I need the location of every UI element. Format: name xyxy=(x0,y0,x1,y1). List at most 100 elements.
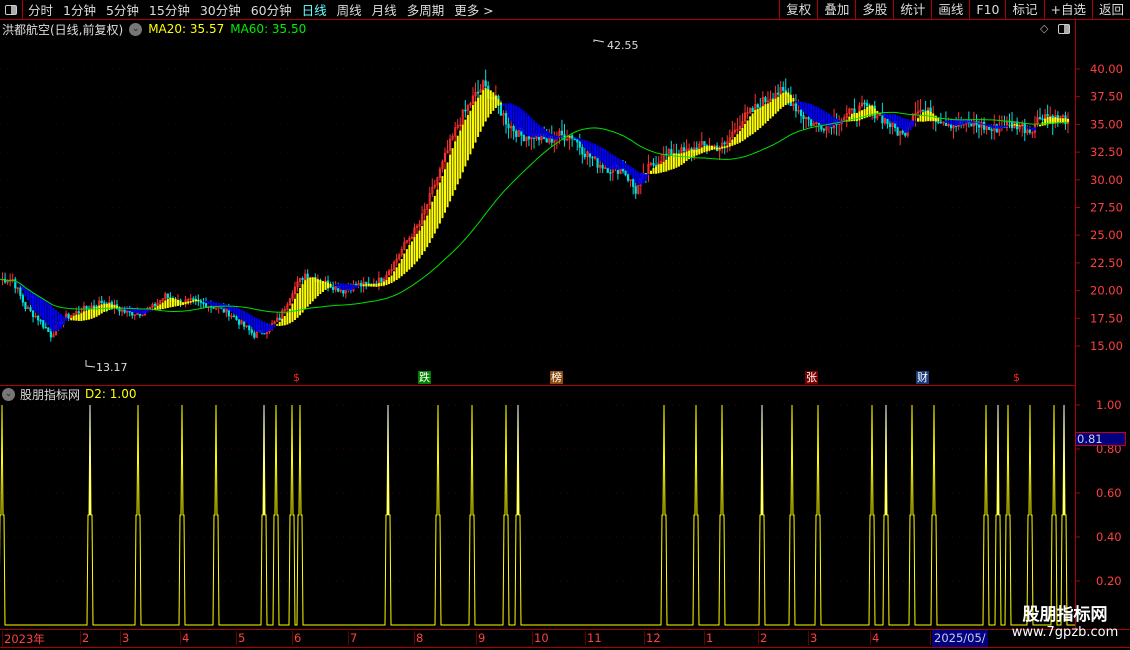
candle-body xyxy=(166,293,169,298)
candle-body xyxy=(263,332,266,335)
candle-body xyxy=(777,92,780,95)
high-annotation: 42.55 xyxy=(607,39,639,52)
candle-body xyxy=(118,308,121,312)
y-tick-label: 0.20 xyxy=(1096,574,1122,588)
date-tick: 4 xyxy=(180,631,190,645)
price-chart[interactable]: 40.00 37.50 35.00 32.50 30.00 27.50 25.00 22.50… xyxy=(0,0,1130,650)
candle-body xyxy=(703,141,706,146)
event-marker[interactable]: $ xyxy=(1010,371,1023,384)
candle-body xyxy=(644,172,647,175)
candle-body xyxy=(365,281,368,284)
candle-body xyxy=(248,325,251,331)
candle-body xyxy=(484,80,487,87)
date-tick: 11 xyxy=(585,631,602,645)
candle-body xyxy=(332,287,335,290)
event-marker[interactable]: 榜 xyxy=(550,371,563,384)
candle-body xyxy=(886,118,889,125)
indicator-line xyxy=(0,404,1075,626)
candle-body xyxy=(624,170,627,176)
low-pointer xyxy=(85,360,96,368)
event-marker[interactable]: 财 xyxy=(916,371,929,384)
candle-body xyxy=(504,113,508,125)
event-marker[interactable]: 跌 xyxy=(418,371,431,384)
candle-body xyxy=(19,287,22,296)
candle-body xyxy=(512,125,515,132)
candle-body xyxy=(866,103,869,107)
candle-body xyxy=(103,302,106,305)
date-tick: 3 xyxy=(120,631,130,645)
candle-body xyxy=(578,141,581,148)
date-tick: 7 xyxy=(348,631,358,645)
candle-body xyxy=(949,123,953,129)
current-date-label: 2025/05/ xyxy=(932,630,988,647)
y-tick-label: 35.00 xyxy=(1090,117,1123,131)
candle-body xyxy=(21,295,24,303)
candle-body xyxy=(591,156,594,159)
candle-body xyxy=(123,309,126,313)
candle-body xyxy=(67,313,70,319)
candle-body xyxy=(863,102,866,105)
candle-body xyxy=(29,307,32,311)
candle-body xyxy=(904,132,907,136)
cursor-value-badge: 0.81 xyxy=(1075,432,1126,446)
candle-body xyxy=(751,107,754,113)
y-tick-label: 32.50 xyxy=(1090,145,1123,159)
candle-body xyxy=(723,142,726,145)
candle-body xyxy=(799,109,803,116)
candle-body xyxy=(626,174,630,181)
candle-body xyxy=(990,129,993,131)
candle-body xyxy=(199,301,202,303)
candle-body xyxy=(975,121,978,126)
candle-body xyxy=(359,283,363,287)
axis-divider xyxy=(1075,20,1076,630)
event-marker[interactable]: $ xyxy=(290,371,303,384)
candle-body xyxy=(583,153,586,158)
y-tick-label: 25.00 xyxy=(1090,228,1123,242)
watermark: 股朋指标网 www.7gpzb.com xyxy=(1000,600,1130,640)
candle-body xyxy=(527,136,531,140)
candle-body xyxy=(921,109,925,112)
candle-body xyxy=(896,127,899,136)
candle-body xyxy=(654,164,658,167)
candle-body xyxy=(464,109,467,112)
candle-body xyxy=(596,156,599,168)
candle-body xyxy=(92,305,96,308)
candle-body xyxy=(688,148,691,151)
y-tick-label: 27.50 xyxy=(1090,201,1123,215)
candle-body xyxy=(24,302,27,309)
candle-body xyxy=(939,121,942,124)
y-tick-label: 30.00 xyxy=(1090,173,1123,187)
event-marker[interactable]: 张 xyxy=(805,371,818,384)
y-tick-label: 20.00 xyxy=(1090,284,1123,298)
date-tick: 10 xyxy=(532,631,549,645)
candle-body xyxy=(85,305,88,309)
candle-body xyxy=(342,289,345,294)
candle-body xyxy=(545,138,548,143)
candle-body xyxy=(1041,118,1044,121)
date-axis-bottom-border xyxy=(0,647,1130,648)
candle-body xyxy=(601,164,604,169)
candle-body xyxy=(632,179,635,187)
candle-body xyxy=(250,329,253,334)
candle-body xyxy=(982,121,986,130)
date-tick: 9 xyxy=(476,631,486,645)
candle-body xyxy=(670,149,673,156)
candle-body xyxy=(515,130,518,137)
date-tick: 2023年 xyxy=(2,631,45,647)
candle-body xyxy=(154,303,157,307)
indicator-name: 股朋指标网 xyxy=(20,387,81,402)
candle-body xyxy=(476,91,480,94)
candle-body xyxy=(634,186,637,194)
candle-body xyxy=(306,273,309,279)
candle-body xyxy=(131,311,134,316)
candle-body xyxy=(31,310,35,317)
candle-body xyxy=(237,319,241,325)
dropdown-icon[interactable]: ⌄ xyxy=(2,387,15,401)
high-pointer xyxy=(593,39,605,43)
date-tick: 2 xyxy=(758,631,768,645)
date-tick: 8 xyxy=(414,631,424,645)
candle-body xyxy=(652,163,655,166)
candle-body xyxy=(764,97,767,103)
candle-body xyxy=(44,326,47,329)
candle-body xyxy=(901,130,904,134)
